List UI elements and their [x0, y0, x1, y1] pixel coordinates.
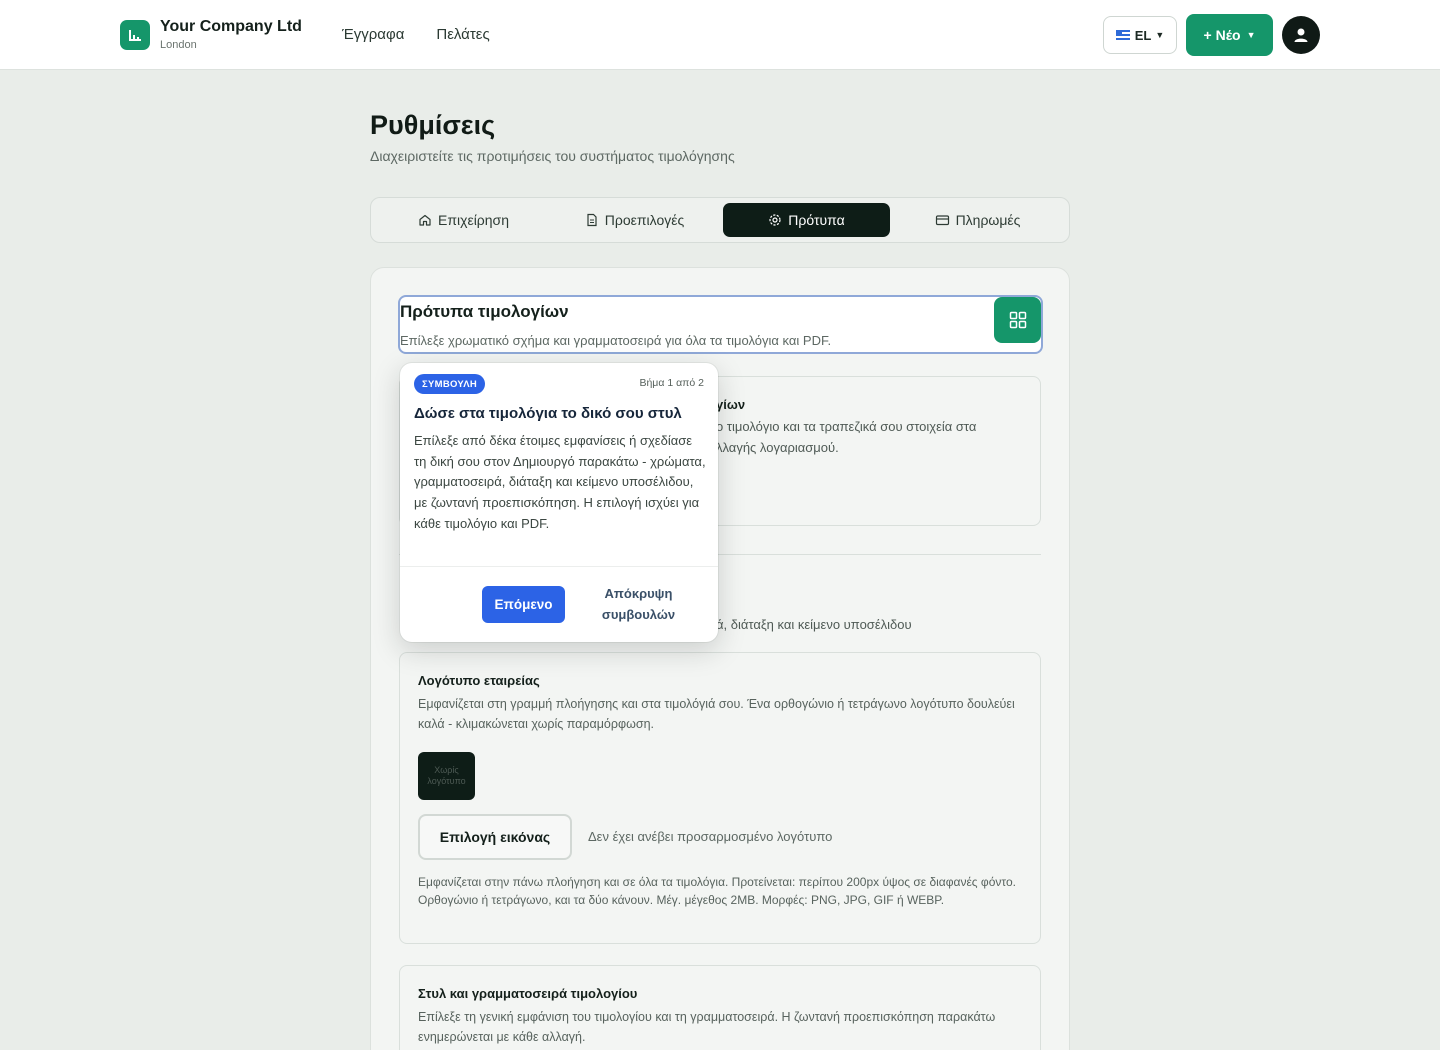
user-avatar[interactable] [1282, 16, 1320, 54]
tip-hide-button[interactable]: Απόκρυψη συμβουλών [590, 583, 687, 625]
logo-placeholder: Χωρίς λογότυπο [418, 752, 475, 800]
chevron-down-icon: ▼ [1155, 30, 1165, 40]
tab-defaults[interactable]: Προεπιλογές [551, 203, 718, 237]
language-code: EL [1134, 27, 1152, 43]
tab-label: Προεπιλογές [604, 212, 685, 228]
page-title: Ρυθμίσεις [370, 110, 496, 140]
brand[interactable]: Your Company Ltd London [120, 18, 302, 52]
section-header: Πρότυπα τιμολογίων Επίλεξε χρωματικό σχή… [398, 295, 1043, 354]
language-selector[interactable]: EL ▼ [1103, 16, 1177, 54]
template-gallery-button[interactable] [994, 297, 1041, 343]
style-box-title: Στυλ και γραμματοσειρά τιμολογίου [418, 986, 638, 1001]
page-subtitle: Διαχειριστείτε τις προτιμήσεις του συστή… [370, 148, 735, 164]
tip-title: Δώσε στα τιμολόγια το δικό σου στυλ [414, 405, 682, 422]
tip-divider [400, 566, 718, 567]
logo-status: Δεν έχει ανέβει προσαρμοσμένο λογότυπο [588, 829, 833, 844]
nav-clients-link[interactable]: Πελάτες [436, 26, 489, 43]
home-icon [419, 214, 431, 226]
nav-documents-link[interactable]: Έγγραφα [342, 26, 404, 43]
choose-image-button[interactable]: Επιλογή εικόνας [418, 814, 572, 860]
logo-box-description: Εμφανίζεται στη γραμμή πλοήγησης και στα… [418, 697, 1015, 731]
tab-business[interactable]: Επιχείρηση [380, 203, 547, 237]
tab-templates[interactable]: Πρότυπα [723, 203, 890, 237]
onboarding-tooltip: ΣΥΜΒΟΥΛΗ Βήμα 1 από 2 Δώσε στα τιμολόγια… [400, 363, 718, 642]
logo-requirements-note: Εμφανίζεται στην πάνω πλοήγηση και σε όλ… [418, 875, 1016, 907]
gear-icon [769, 214, 781, 226]
new-document-button[interactable]: + Νέο ▼ [1186, 14, 1273, 56]
greek-flag-icon [1115, 30, 1130, 40]
box-title-fragment: γίων [716, 397, 746, 412]
logo-box-title: Λογότυπο εταιρείας [418, 673, 540, 688]
chevron-down-icon: ▼ [1246, 30, 1256, 40]
credit-card-icon [935, 215, 949, 226]
tip-badge: ΣΥΜΒΟΥΛΗ [414, 374, 486, 394]
box-text-line: λλαγής λογαριασμού. [716, 440, 839, 455]
document-icon [587, 213, 597, 227]
company-logo-icon [120, 20, 150, 50]
tab-label: Πληρωμές [955, 212, 1021, 228]
new-button-label: + Νέο [1203, 27, 1241, 43]
style-box-description: Επίλεξε τη γενική εμφάνιση του τιμολογίο… [418, 1010, 996, 1044]
settings-tabs: Επιχείρηση Προεπιλογές Πρότυπα Πληρωμές [370, 197, 1070, 243]
company-city: London [160, 39, 197, 51]
company-name: Your Company Ltd [160, 18, 302, 35]
grid-icon [1009, 311, 1026, 329]
tip-next-button[interactable]: Επόμενο [482, 586, 565, 623]
tip-body: Επίλεξε από δέκα έτοιμες εμφανίσεις ή σχ… [414, 433, 706, 531]
tab-label: Επιχείρηση [438, 212, 509, 228]
builder-description-fragment: ά, διάταξη και κείμενο υποσέλιδου [716, 617, 912, 632]
tip-step-counter: Βήμα 1 από 2 [639, 377, 704, 389]
box-text-line: ο τιμολόγιο και τα τραπεζικά σου στοιχεί… [716, 419, 977, 434]
user-icon [1294, 28, 1308, 42]
main-nav: Έγγραφα Πελάτες [342, 26, 522, 43]
section-subtitle: Επίλεξε χρωματικό σχήμα και γραμματοσειρ… [400, 333, 832, 348]
top-navigation-bar: Your Company Ltd London Έγγραφα Πελάτες … [0, 0, 1440, 70]
tab-label: Πρότυπα [788, 212, 845, 228]
section-title: Πρότυπα τιμολογίων [400, 302, 569, 321]
tab-payments[interactable]: Πληρωμές [894, 203, 1061, 237]
